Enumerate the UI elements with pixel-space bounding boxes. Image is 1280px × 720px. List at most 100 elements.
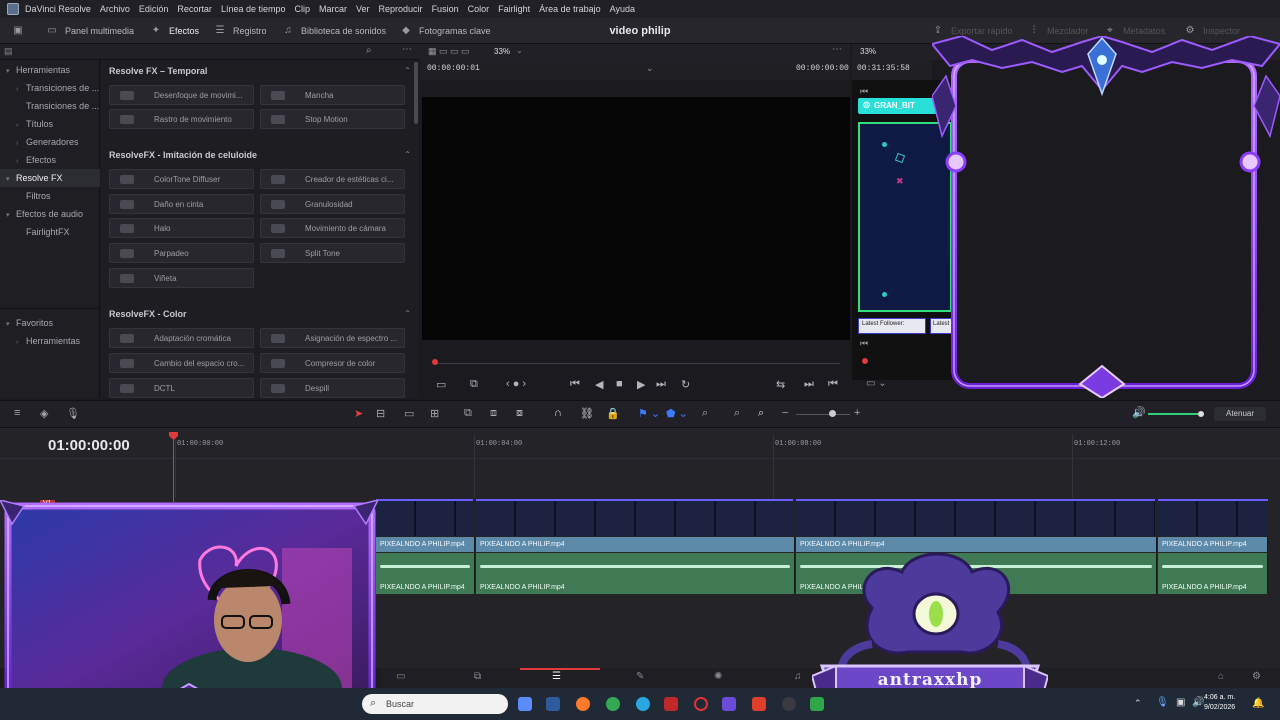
trim-tool-icon[interactable]: ⊟ bbox=[376, 407, 385, 420]
menu-item-area-de-trabajo[interactable]: Área de trabajo bbox=[539, 4, 601, 14]
go-to-end-icon[interactable]: ⏭ bbox=[656, 378, 666, 391]
audio-clip[interactable]: PIXEALNDO A PHILIP.mp4 bbox=[476, 553, 795, 594]
menu-item-recortar[interactable]: Recortar bbox=[177, 4, 212, 14]
prev-frame-icon[interactable]: ⏮ bbox=[828, 378, 838, 391]
edge-icon[interactable] bbox=[636, 697, 650, 711]
viewer-zoom[interactable]: 33% bbox=[494, 47, 510, 56]
menu-item-fairlight[interactable]: Fairlight bbox=[498, 4, 530, 14]
fx-split-tone[interactable]: Split Tone bbox=[260, 243, 405, 263]
match-frame-icon[interactable]: ⇆ bbox=[776, 378, 785, 391]
video-clip[interactable]: PIXEALNDO A PHILIP.mp4 bbox=[376, 537, 475, 552]
collapse-icon[interactable]: ⌃ bbox=[404, 150, 411, 159]
source-viewer-canvas[interactable] bbox=[422, 97, 850, 340]
menu-item-linea-de-tiempo[interactable]: Línea de tiempo bbox=[221, 4, 286, 14]
zoom-slider-thumb[interactable] bbox=[829, 410, 836, 417]
obs-icon[interactable] bbox=[722, 697, 736, 711]
sidebar-toggle-icon[interactable]: ▤ bbox=[4, 46, 13, 57]
tree-item-favoritos[interactable]: ▾ Favoritos bbox=[0, 314, 100, 332]
taskbar-clock[interactable]: 4:06 a. m. 9/02/2026 bbox=[1204, 693, 1235, 713]
viewer-layout-icon[interactable]: ▭ bbox=[436, 378, 446, 391]
fx-adaptacion-cromatica[interactable]: Adaptación cromática bbox=[109, 328, 254, 348]
notification-bell-icon[interactable]: 🔔 bbox=[1252, 698, 1264, 709]
viewer-layout-icon[interactable]: ▭ ⌄ bbox=[866, 378, 887, 389]
bluesky-app-icon[interactable] bbox=[546, 697, 560, 711]
more-options-icon[interactable]: ⋯ bbox=[402, 44, 412, 55]
collapse-icon[interactable]: ⌃ bbox=[404, 309, 411, 318]
fx-asignacion-de-espectro[interactable]: Asignación de espectro ... bbox=[260, 328, 405, 348]
tree-item-efectos[interactable]: › Efectos bbox=[0, 151, 100, 169]
timeline-playhead[interactable] bbox=[173, 432, 174, 502]
fx-cambio-del-espacio[interactable]: Cambio del espacio cro... bbox=[109, 353, 254, 373]
search-icon[interactable]: ⌕ bbox=[366, 45, 372, 56]
play-reverse-icon[interactable]: ◀ bbox=[595, 378, 603, 391]
zoom-minus-icon[interactable]: − bbox=[782, 407, 788, 419]
more-options-icon[interactable]: ⋯ bbox=[832, 44, 842, 55]
home-icon[interactable]: ⌂ bbox=[1218, 671, 1224, 682]
tree-item-efectos-de-audio[interactable]: ▾ Efectos de audio bbox=[0, 205, 100, 223]
video-clip[interactable]: PIXEALNDO A PHILIP.mp4 bbox=[1158, 537, 1268, 552]
fx-mancha[interactable]: Mancha bbox=[260, 85, 405, 105]
dynamic-trim-icon[interactable]: ⊞ bbox=[430, 407, 439, 420]
menu-item-reproducir[interactable]: Reproducir bbox=[379, 4, 423, 14]
firefox-icon[interactable] bbox=[576, 697, 590, 711]
sound-library-button[interactable]: ♫ Biblioteca de sonidos bbox=[282, 18, 386, 44]
tree-item-transiciones-video[interactable]: › Transiciones de ... bbox=[0, 79, 100, 97]
fx-stop-motion[interactable]: Stop Motion bbox=[260, 109, 405, 129]
fx-compresor-de-color[interactable]: Compresor de color bbox=[260, 353, 405, 373]
tree-item-herramientas[interactable]: ▾ Herramientas bbox=[0, 61, 100, 79]
marker-left-icon[interactable]: ⏮ bbox=[860, 86, 868, 97]
link-icon[interactable]: ⛓ bbox=[580, 407, 594, 420]
tree-item-transiciones-audio[interactable]: Transiciones de ... bbox=[0, 97, 100, 115]
marker-left-icon[interactable]: ⏮ bbox=[860, 338, 868, 349]
dim-button[interactable]: Atenuar bbox=[1214, 407, 1266, 421]
video-thumbnail-strip[interactable] bbox=[376, 499, 473, 536]
go-to-start-icon[interactable]: ⏮ bbox=[570, 378, 580, 391]
tree-item-fairlightfx[interactable]: FairlightFX bbox=[0, 223, 100, 241]
fx-movimiento-de-camara[interactable]: Movimiento de cámara bbox=[260, 218, 405, 238]
fx-halo[interactable]: Halo bbox=[109, 218, 254, 238]
scrubber-playhead[interactable] bbox=[432, 359, 438, 365]
zoom-custom-icon[interactable]: ⌕ bbox=[758, 407, 764, 420]
audio-clip[interactable]: PIXEALNDO A PHILIP.mp4 bbox=[1158, 553, 1268, 594]
tree-item-generadores[interactable]: › Generadores bbox=[0, 133, 100, 151]
chevron-down-icon[interactable]: ⌄ bbox=[646, 63, 654, 74]
edit-page-icon[interactable]: ☰ bbox=[552, 671, 561, 682]
video-thumbnail-strip[interactable] bbox=[796, 499, 1155, 536]
fx-creador-de-esteticas[interactable]: Creador de estéticas ci... bbox=[260, 169, 405, 189]
fairlight-page-icon[interactable]: ♫ bbox=[794, 671, 802, 682]
color-page-icon[interactable]: ✺ bbox=[714, 671, 722, 682]
next-frame-icon[interactable]: ⏭ bbox=[804, 378, 814, 391]
fx-desenfoque-de-movimiento[interactable]: Desenfoque de movimi... bbox=[109, 85, 254, 105]
effects-button[interactable]: ✦ Efectos bbox=[150, 18, 199, 44]
menu-item-fusion[interactable]: Fusion bbox=[432, 4, 459, 14]
volume-icon[interactable]: 🔊 bbox=[1192, 697, 1204, 708]
keyframes-button[interactable]: ◆ Fotogramas clave bbox=[400, 18, 490, 44]
clip-icon[interactable]: ⧉ bbox=[470, 378, 478, 391]
menu-item-marcar[interactable]: Marcar bbox=[319, 4, 347, 14]
app-icon[interactable] bbox=[664, 697, 678, 711]
chevron-down-icon[interactable]: ⌄ bbox=[516, 46, 523, 55]
network-icon[interactable]: ▣ bbox=[1176, 697, 1185, 708]
zoom-slider-track[interactable] bbox=[796, 414, 850, 415]
menu-item-ver[interactable]: Ver bbox=[356, 4, 370, 14]
volume-slider-thumb[interactable] bbox=[1198, 411, 1204, 417]
timeline-viewer-playhead[interactable] bbox=[862, 358, 868, 364]
marker-icon[interactable]: ⬟ ⌄ bbox=[666, 407, 688, 420]
menu-app-name[interactable]: DaVinci Resolve bbox=[25, 4, 91, 14]
loop-icon[interactable]: ↻ bbox=[681, 378, 690, 391]
zoom-plus-icon[interactable]: + bbox=[854, 407, 860, 419]
tray-chevron-icon[interactable]: ⌃ bbox=[1134, 698, 1142, 709]
settings-gear-icon[interactable]: ⚙ bbox=[1252, 671, 1261, 682]
timeline-viewer-zoom[interactable]: 33% bbox=[860, 47, 876, 56]
tree-item-resolve-fx[interactable]: ▾ Resolve FX bbox=[0, 169, 100, 187]
speaker-icon[interactable]: 🔊 bbox=[1132, 406, 1146, 419]
insert-clip-icon[interactable]: ⧉ bbox=[464, 407, 472, 420]
mic-tray-icon[interactable]: 🎙 bbox=[1156, 697, 1169, 708]
panel-toggle-button[interactable]: ▣ bbox=[12, 18, 31, 44]
effects-scrollbar[interactable] bbox=[414, 62, 418, 124]
video-thumbnail-strip[interactable] bbox=[476, 499, 793, 536]
prev-next-icon[interactable]: ‹ ● › bbox=[506, 378, 526, 390]
viewer-scrubber[interactable] bbox=[422, 358, 850, 368]
fx-rastro-de-movimiento[interactable]: Rastro de movimiento bbox=[109, 109, 254, 129]
fx-granulosidad[interactable]: Granulosidad bbox=[260, 194, 405, 214]
